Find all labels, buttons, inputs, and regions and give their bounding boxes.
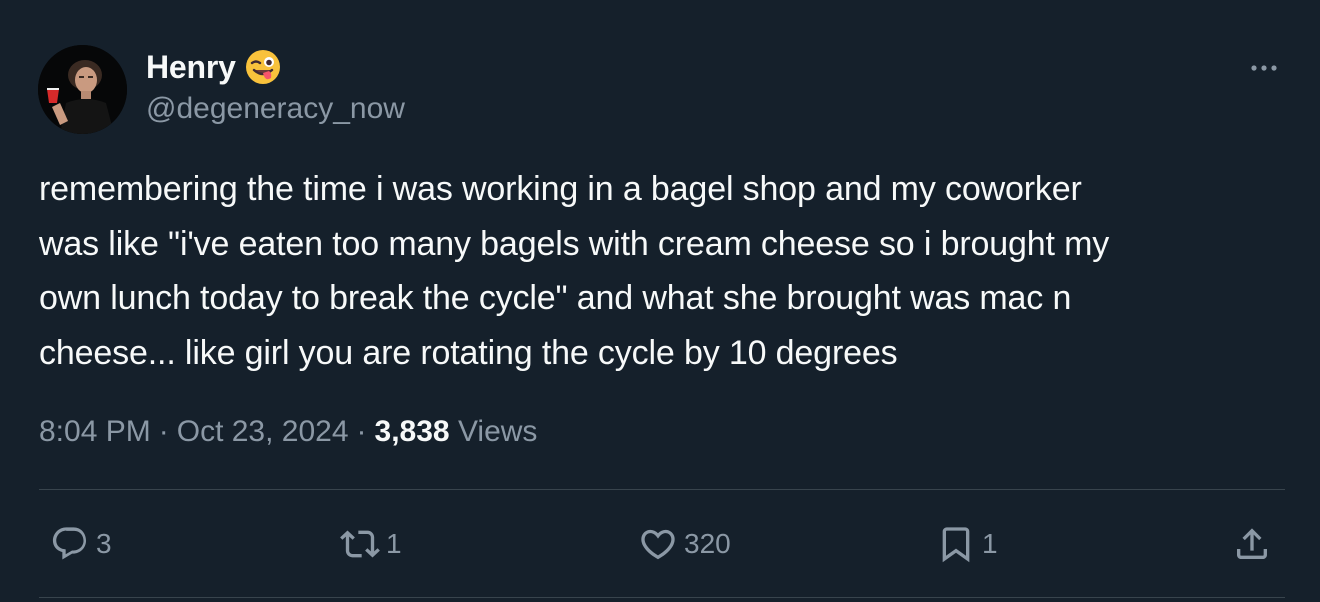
display-name[interactable]: Henry bbox=[146, 49, 236, 86]
retweet-icon bbox=[340, 530, 380, 558]
tweet-time[interactable]: 8:04 PM bbox=[39, 415, 151, 449]
tweet-text: remembering the time i was working in a … bbox=[39, 162, 1289, 380]
divider bbox=[39, 489, 1285, 490]
views-label: Views bbox=[457, 415, 538, 448]
tweet-text-line: was like "i've eaten too many bagels wit… bbox=[39, 224, 1110, 263]
meta-separator: · bbox=[356, 415, 367, 448]
tweet-text-line: cheese... like girl you are rotating the… bbox=[39, 333, 898, 372]
bookmark-icon bbox=[942, 527, 970, 563]
retweet-button[interactable]: 1 bbox=[340, 524, 402, 564]
meta-separator: · bbox=[158, 415, 169, 448]
tweet-text-line: own lunch today to break the cycle" and … bbox=[39, 279, 1072, 317]
avatar-photo bbox=[38, 45, 127, 134]
tweet-date[interactable]: Oct 23, 2024 bbox=[177, 415, 349, 449]
views-count[interactable]: 3,838 bbox=[375, 415, 450, 449]
retweet-count: 1 bbox=[386, 528, 402, 559]
user-handle[interactable]: @degeneracy_now bbox=[146, 92, 405, 126]
share-button[interactable] bbox=[1232, 524, 1272, 564]
share-icon bbox=[1237, 528, 1267, 559]
bookmark-count: 1 bbox=[982, 528, 998, 559]
divider bbox=[39, 597, 1285, 598]
tweet-metadata: 8:04 PM · Oct 23, 2024 · 3,838 Views bbox=[39, 410, 537, 454]
tweet-card: Henry @degeneracy_now remembering the ti… bbox=[0, 0, 1320, 602]
tweet-text-line: remembering the time i was working in a … bbox=[39, 170, 1082, 208]
heart-icon bbox=[641, 529, 675, 560]
reply-icon bbox=[52, 527, 87, 560]
winking-tongue-emoji-icon bbox=[244, 48, 282, 86]
like-button[interactable]: 320 bbox=[638, 524, 731, 564]
more-options-icon[interactable] bbox=[1244, 56, 1284, 80]
reply-count: 3 bbox=[96, 528, 112, 559]
like-count: 320 bbox=[684, 528, 731, 559]
bookmark-button[interactable]: 1 bbox=[936, 524, 998, 564]
reply-button[interactable]: 3 bbox=[50, 524, 112, 564]
avatar[interactable] bbox=[38, 45, 127, 134]
name-row: Henry bbox=[146, 46, 282, 88]
